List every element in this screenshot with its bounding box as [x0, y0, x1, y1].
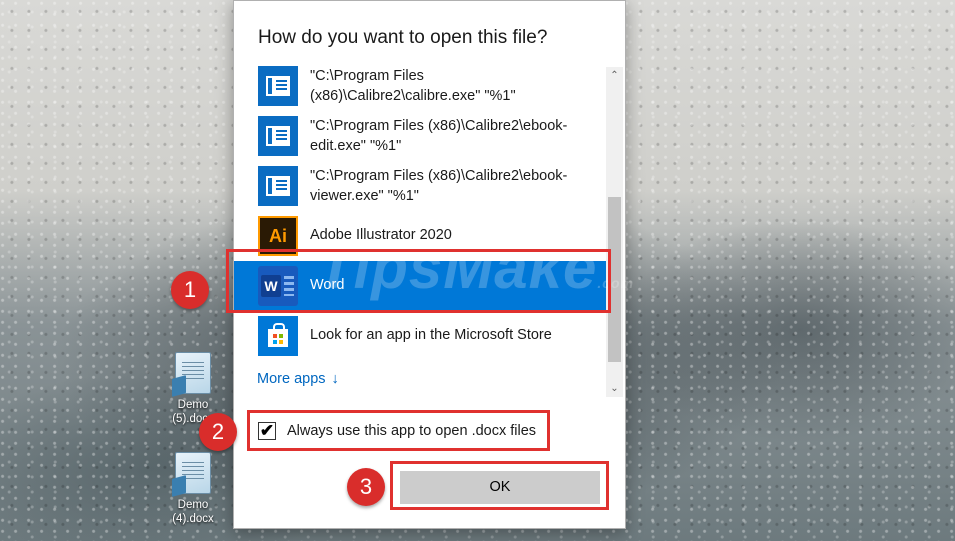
- step-marker-3: 3: [347, 468, 385, 506]
- app-item-label: "C:\Program Files (x86)\Calibre2\ebook-v…: [310, 168, 568, 204]
- text-document-icon: [175, 452, 211, 494]
- more-apps-link[interactable]: More apps ↓: [257, 371, 339, 387]
- app-item-label: Look for an app in the Microsoft Store: [310, 327, 552, 343]
- arrow-down-icon: ↓: [331, 371, 339, 387]
- app-item-calibre-ebook-edit[interactable]: "C:\Program Files (x86)\Calibre2\ebook-e…: [234, 111, 607, 161]
- highlight-ok-button: [390, 461, 609, 510]
- scroll-down-icon[interactable]: ⌄: [606, 380, 623, 397]
- more-apps-label: More apps: [257, 371, 326, 387]
- app-item-microsoft-store[interactable]: Look for an app in the Microsoft Store: [234, 311, 607, 361]
- calibre-icon: [258, 166, 298, 206]
- dialog-title: How do you want to open this file?: [258, 27, 548, 48]
- step-marker-1: 1: [171, 271, 209, 309]
- list-scrollbar[interactable]: ⌃ ⌄: [606, 67, 623, 397]
- app-item-label: "C:\Program Files (x86)\Calibre2\ebook-e…: [310, 118, 568, 154]
- calibre-icon: [258, 116, 298, 156]
- app-item-label: "C:\Program Files (x86)\Calibre2\calibre…: [310, 68, 516, 104]
- highlight-word-option: [226, 249, 611, 313]
- scroll-up-icon[interactable]: ⌃: [606, 67, 623, 84]
- store-icon: [258, 316, 298, 356]
- highlight-always-use: [247, 410, 550, 451]
- desktop-file-label: Demo (4).docx: [172, 499, 214, 525]
- app-item-calibre-ebook-viewer[interactable]: "C:\Program Files (x86)\Calibre2\ebook-v…: [234, 161, 607, 211]
- app-item-calibre[interactable]: "C:\Program Files (x86)\Calibre2\calibre…: [234, 61, 607, 111]
- calibre-icon: [258, 66, 298, 106]
- desktop-file-demo-4[interactable]: Demo (4).docx: [163, 452, 223, 526]
- step-marker-2: 2: [199, 413, 237, 451]
- text-document-icon: [175, 352, 211, 394]
